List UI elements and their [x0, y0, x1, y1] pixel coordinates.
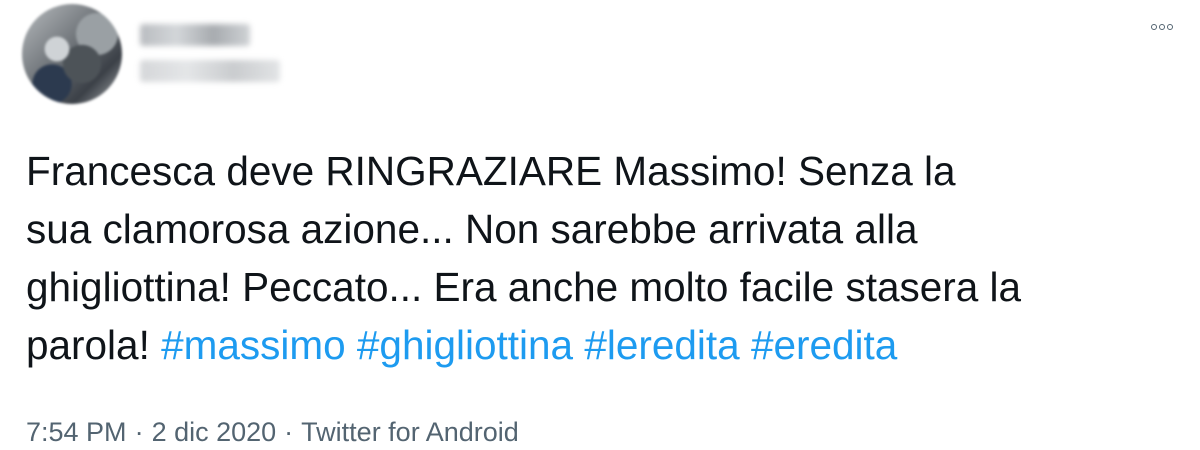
- hashtag-link[interactable]: #leredita: [584, 322, 739, 368]
- username-blurred[interactable]: [140, 60, 280, 82]
- tweet-card: Francesca deve RINGRAZIARE Massimo! Senz…: [0, 0, 1200, 447]
- more-dot: [1167, 24, 1173, 30]
- tweet-text: Francesca deve RINGRAZIARE Massimo! Senz…: [26, 142, 1186, 374]
- tweet-text-line: sua clamorosa azione... Non sarebbe arri…: [26, 206, 918, 252]
- tweet-text-line: parola!: [26, 322, 162, 368]
- more-options-icon[interactable]: [1144, 12, 1180, 42]
- more-dot: [1151, 24, 1157, 30]
- hashtag-link[interactable]: #massimo: [161, 322, 346, 368]
- avatar[interactable]: [22, 4, 122, 104]
- separator: ·: [134, 417, 144, 447]
- more-dot: [1159, 24, 1165, 30]
- display-name-blurred[interactable]: [140, 24, 250, 46]
- tweet-time[interactable]: 7:54 PM: [26, 417, 127, 447]
- tweet-text-line: Francesca deve RINGRAZIARE Massimo! Senz…: [26, 148, 956, 194]
- hashtag-link[interactable]: #eredita: [751, 322, 897, 368]
- tweet-source[interactable]: Twitter for Android: [301, 417, 519, 447]
- tweet-text-line: ghigliottina! Peccato... Era anche molto…: [26, 264, 1022, 310]
- tweet-date[interactable]: 2 dic 2020: [152, 417, 277, 447]
- separator: ·: [284, 417, 294, 447]
- hashtag-link[interactable]: #ghigliottina: [357, 322, 573, 368]
